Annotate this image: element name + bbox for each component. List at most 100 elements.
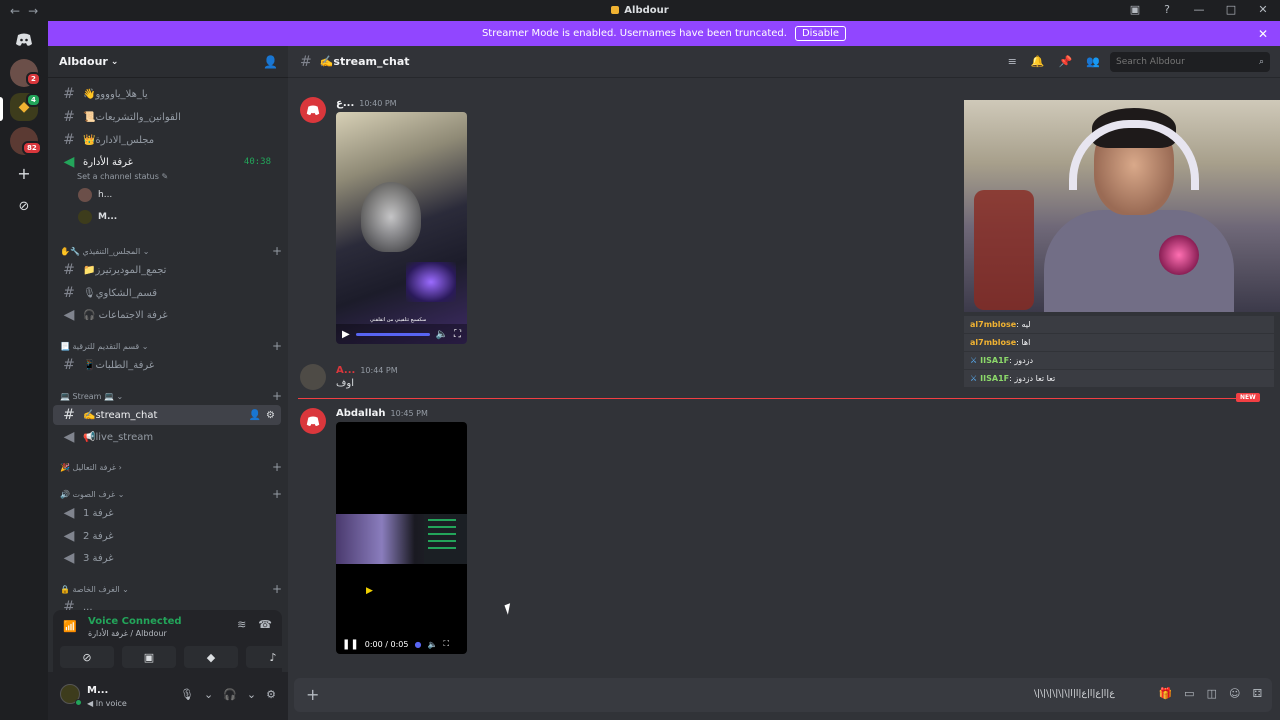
- volume-icon[interactable]: 🔈: [427, 640, 437, 649]
- channel-item[interactable]: # 👋يا_هلا_ياوووو: [53, 84, 281, 104]
- connection-signal-icon[interactable]: 📶: [63, 620, 81, 638]
- add-channel-icon[interactable]: +: [272, 582, 282, 596]
- channel-item[interactable]: # 📁تجمع_الموديرتيرز: [53, 260, 281, 280]
- channel-item[interactable]: # 📱غرفة_الطلبات: [53, 355, 281, 375]
- pause-icon[interactable]: ❚❚: [342, 639, 359, 650]
- camera-off-button[interactable]: ⊘: [60, 646, 114, 668]
- minimize-button[interactable]: —: [1192, 3, 1206, 16]
- microphone-icon[interactable]: 🎙: [180, 688, 194, 701]
- invite-people-icon[interactable]: 👤: [263, 55, 278, 69]
- voice-channel-item[interactable]: ◀ غرفة 3: [53, 548, 281, 568]
- add-channel-icon[interactable]: +: [272, 339, 282, 353]
- bell-icon[interactable]: 🔔: [1031, 55, 1045, 68]
- share-screen-button[interactable]: ▣: [122, 646, 176, 668]
- search-box[interactable]: ⌕: [1110, 52, 1270, 72]
- voice-channel-item[interactable]: ◀ غرفة 1: [53, 503, 281, 523]
- help-icon[interactable]: ?: [1160, 3, 1174, 16]
- new-messages-badge: NEW: [1236, 393, 1260, 402]
- threads-icon[interactable]: ≡: [1008, 55, 1017, 68]
- window-title-text: Albdour: [624, 5, 669, 16]
- avatar[interactable]: [300, 364, 326, 390]
- message-author[interactable]: A...: [336, 365, 355, 376]
- pin-icon[interactable]: 📌: [1059, 55, 1073, 68]
- close-banner-icon[interactable]: ✕: [1258, 27, 1268, 41]
- channel-status[interactable]: Set a channel status ✎: [77, 172, 168, 181]
- activities-button[interactable]: ◆: [184, 646, 238, 668]
- apps-icon[interactable]: ⚃: [1252, 687, 1262, 700]
- message-composer[interactable]: + ع|ا|ع|ا|ع|ا|ا|\|\|\|\|\|\ 🎁 ▭ ◫ ☺ ⚃: [294, 678, 1272, 712]
- chatter-name: IISA1F: [980, 356, 1010, 365]
- attach-plus-icon[interactable]: +: [306, 685, 319, 704]
- new-messages-divider: [298, 398, 1248, 399]
- gif-icon[interactable]: ▭: [1184, 687, 1194, 700]
- channel-item[interactable]: # 📜القوانين_والتشريعات: [53, 107, 281, 127]
- voice-connected-title[interactable]: Voice Connected: [88, 616, 182, 627]
- user-name[interactable]: M...: [87, 685, 108, 696]
- category-header[interactable]: 📃 قسم التقديم للترقية ⌄ +: [60, 339, 282, 353]
- fullscreen-icon[interactable]: ⛶: [454, 329, 461, 340]
- video-attachment[interactable]: سكسبع تتلفيني من اتقلفني ▶ 🔈 ⛶: [336, 112, 467, 344]
- message-author[interactable]: ع...: [336, 98, 354, 109]
- video-progress[interactable]: [355, 332, 430, 336]
- soundboard-button[interactable]: ♪: [246, 646, 288, 668]
- emoji-icon[interactable]: ☺: [1229, 687, 1240, 700]
- add-channel-icon[interactable]: +: [272, 389, 282, 403]
- gift-icon[interactable]: 🎁: [1158, 687, 1172, 700]
- category-header[interactable]: 💻 Stream 💻 ⌄ +: [60, 389, 282, 403]
- chevron-down-icon[interactable]: ⌄: [247, 688, 256, 701]
- category-header[interactable]: 🎉 غرفة التعاليل › +: [60, 460, 282, 474]
- channel-item[interactable]: ◀ 📢live_stream: [53, 427, 281, 447]
- video-attachment[interactable]: ▶ ❚❚ 0:00 / 0:05 ● 🔈 ⛶: [336, 422, 467, 654]
- maximize-button[interactable]: □: [1224, 3, 1238, 16]
- volume-icon[interactable]: 🔈: [436, 329, 448, 340]
- search-input[interactable]: [1116, 57, 1246, 67]
- gear-icon[interactable]: ⚙: [266, 410, 275, 421]
- category-label: 💻 Stream 💻 ⌄: [60, 391, 124, 401]
- explore-servers-icon[interactable]: ⊘: [10, 192, 38, 220]
- avatar[interactable]: [300, 408, 326, 434]
- progress-dot[interactable]: ●: [414, 640, 421, 649]
- disconnect-icon[interactable]: ☎: [258, 618, 272, 631]
- category-header[interactable]: 🔊 غرف الصوت ⌄ +: [60, 487, 282, 501]
- guild-header[interactable]: Albdour ⌄ 👤: [48, 46, 288, 78]
- members-icon[interactable]: 👥: [1086, 55, 1100, 68]
- sticker-icon[interactable]: ◫: [1207, 687, 1217, 700]
- channel-item[interactable]: # 👑مجلس_الادارة: [53, 130, 281, 150]
- close-window-button[interactable]: ✕: [1256, 3, 1270, 16]
- channel-name: ✍️stream_chat: [319, 55, 410, 68]
- pencil-icon: ✎: [161, 172, 169, 181]
- gear-icon[interactable]: ⚙: [266, 688, 276, 701]
- invite-icon[interactable]: 👤: [249, 410, 261, 421]
- noise-suppression-icon[interactable]: ≋: [237, 618, 246, 631]
- fullscreen-icon[interactable]: ⛶: [443, 639, 449, 649]
- video-frame: [336, 514, 467, 564]
- voice-channel-item[interactable]: ◀ غرفة 2: [53, 526, 281, 546]
- add-server-icon[interactable]: +: [10, 159, 38, 187]
- voice-user[interactable]: h...: [78, 188, 112, 202]
- microphone-shape: [1159, 235, 1199, 275]
- add-channel-icon[interactable]: +: [272, 244, 282, 258]
- voice-channel-item[interactable]: ◀ غرفة الأدارة 40:38: [53, 152, 281, 172]
- avatar[interactable]: [300, 97, 326, 123]
- voice-channel-item[interactable]: ◀ 🎧 غرفة الاجتماعات: [53, 305, 281, 325]
- screen-share-icon[interactable]: ▣: [1128, 3, 1142, 16]
- voice-connected-subtitle[interactable]: غرفة الأدارة / Albdour: [88, 629, 167, 638]
- category-header[interactable]: 🔒 الغرف الخاصة ⌄ +: [60, 582, 282, 596]
- headphones-icon[interactable]: 🎧: [223, 688, 237, 701]
- discord-home-icon[interactable]: [10, 26, 38, 54]
- category-header[interactable]: ✋🔧 المجلس_التنفيذي ⌄ +: [60, 244, 282, 258]
- channel-item-stream-chat[interactable]: # ✍️stream_chat 👤 ⚙: [53, 405, 281, 425]
- channel-label: 👑مجلس_الادارة: [83, 134, 155, 146]
- hash-icon: #: [63, 262, 75, 278]
- disable-streamer-mode-button[interactable]: Disable: [794, 26, 847, 41]
- message-author[interactable]: Abdallah: [336, 408, 386, 419]
- user-status-text: In voice: [95, 699, 127, 708]
- category-label: 🔒 الغرف الخاصة ⌄: [60, 584, 129, 594]
- add-channel-icon[interactable]: +: [272, 487, 282, 501]
- voice-user[interactable]: M...: [78, 210, 117, 224]
- channel-item[interactable]: # 🎙قسم_الشكاوي: [53, 283, 281, 303]
- add-channel-icon[interactable]: +: [272, 460, 282, 474]
- play-icon[interactable]: ▶: [342, 329, 350, 340]
- chevron-down-icon[interactable]: ⌄: [204, 688, 213, 701]
- composer-draft-text[interactable]: ع|ا|ع|ا|ع|ا|ا|\|\|\|\|\|\: [1034, 689, 1115, 699]
